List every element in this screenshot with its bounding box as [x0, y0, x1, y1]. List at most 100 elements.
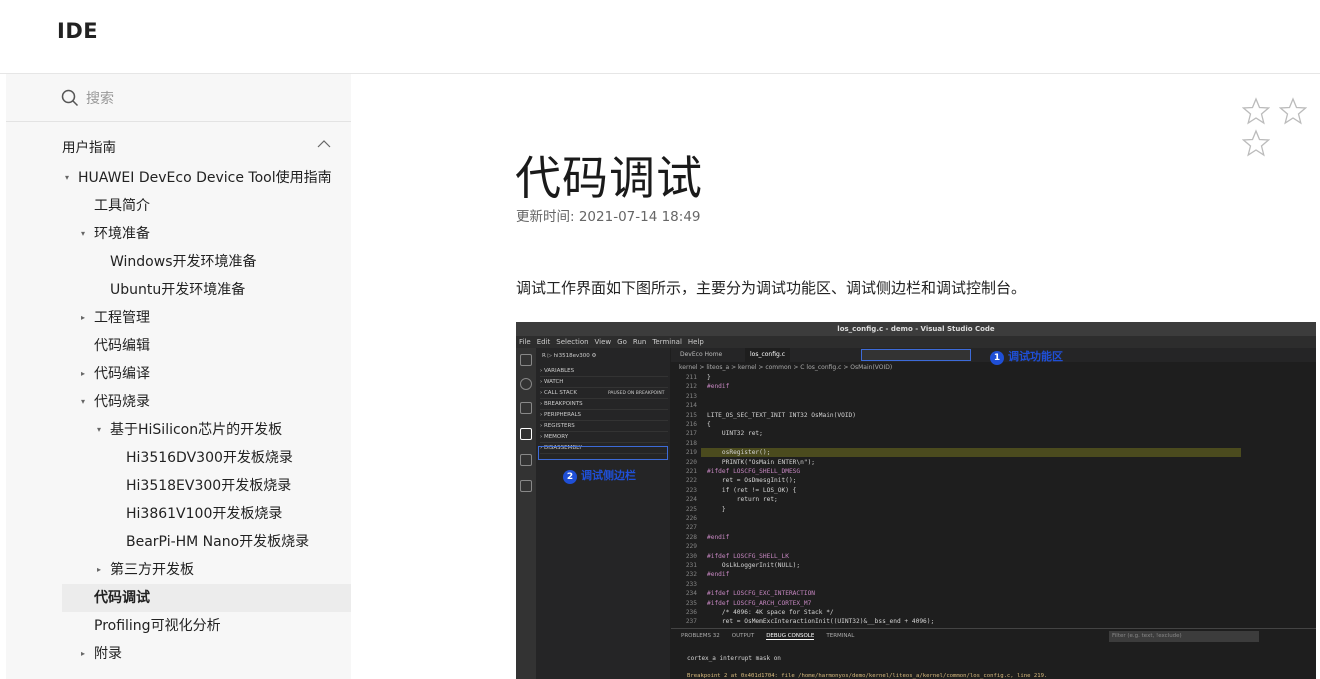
editor: DevEco Home los_config.c kernel > liteos…	[671, 348, 1316, 628]
caret-right-icon[interactable]: ▸	[78, 360, 88, 388]
minimap	[1251, 373, 1311, 623]
caret-down-icon[interactable]: ▾	[62, 164, 72, 192]
code-line: }	[707, 374, 711, 381]
debug-section-label: BREAKPOINTS	[543, 401, 583, 407]
deveco-icon	[520, 480, 532, 492]
search-icon	[61, 89, 79, 107]
menu-item[interactable]: Go	[617, 338, 627, 346]
debug-section[interactable]: › WATCH	[540, 377, 668, 388]
sidebar-item[interactable]: ▾ 环境准备	[81, 220, 150, 248]
star-icon[interactable]	[1279, 97, 1308, 125]
debug-section[interactable]: › VARIABLES	[540, 366, 668, 377]
debug-section[interactable]: › CALL STACK PAUSED ON BREAKPOINT	[540, 388, 668, 399]
debug-section[interactable]: › BREAKPOINTS	[540, 399, 668, 410]
sidebar-item[interactable]: ▸ 代码编译	[81, 360, 150, 388]
sidebar-item[interactable]: BearPi-HM Nano开发板烧录	[126, 528, 309, 556]
panel-tab[interactable]: OUTPUT	[732, 633, 754, 639]
sidebar-item[interactable]: Windows开发环境准备	[110, 248, 257, 276]
debug-section[interactable]: › PERIPHERALS	[540, 410, 668, 421]
menu-item[interactable]: Selection	[556, 338, 588, 346]
sidebar-item-label: Hi3518EV300开发板烧录	[126, 478, 292, 494]
sidebar-item[interactable]: Ubuntu开发环境准备	[110, 276, 245, 304]
sidebar-item[interactable]: ▸ 附录	[81, 640, 122, 668]
sidebar-item[interactable]: 代码编辑	[94, 332, 150, 360]
caret-down-icon[interactable]: ▾	[78, 220, 88, 248]
line-number: 233	[685, 580, 697, 588]
sidebar-item[interactable]: 工具简介	[94, 192, 150, 220]
sidebar-item-label: 代码编译	[94, 366, 150, 382]
menu-item[interactable]: Run	[633, 338, 646, 346]
line-number: 228	[685, 533, 697, 541]
debug-section-label: PERIPHERALS	[543, 412, 582, 418]
source-control-icon	[520, 402, 532, 414]
caret-right-icon[interactable]: ▸	[94, 556, 104, 584]
line-number: 235	[685, 599, 697, 607]
code-line: #endif	[707, 571, 730, 579]
tab-los-config[interactable]: los_config.c	[745, 348, 791, 362]
star-icon[interactable]	[1242, 97, 1270, 125]
sidebar-item[interactable]: Profiling可视化分析	[94, 612, 221, 640]
code-line: PRINTK("OsMain ENTER\n");	[707, 458, 816, 466]
sidebar-item-label: Profiling可视化分析	[94, 618, 221, 634]
callout-debug-sidebar: 2 调试侧边栏	[563, 467, 636, 484]
line-number: 217	[685, 430, 697, 438]
sidebar-item-label: 工具简介	[94, 198, 150, 214]
caret-right-icon[interactable]: ▸	[78, 640, 88, 668]
menu-item[interactable]: Terminal	[652, 338, 682, 346]
panel-tab[interactable]: TERMINAL	[826, 633, 854, 639]
debug-section[interactable]: › MEMORY	[540, 432, 668, 443]
sidebar-item-label: BearPi-HM Nano开发板烧录	[126, 534, 310, 550]
search-input[interactable]: 搜索	[86, 88, 114, 108]
sidebar-item[interactable]: Hi3861V100开发板烧录	[126, 500, 282, 528]
panel-tab[interactable]: PROBLEMS 32	[681, 633, 720, 639]
debug-section[interactable]: › REGISTERS	[540, 421, 668, 432]
sidebar-item-label: 基于HiSilicon芯片的开发板	[110, 422, 283, 438]
line-number: 226	[685, 515, 697, 522]
line-number: 227	[685, 524, 697, 532]
debug-section-label: CALL STACK	[543, 390, 577, 396]
line-number: 212	[685, 383, 697, 391]
chevron-up-icon[interactable]	[317, 138, 331, 150]
sidebar-item[interactable]: Hi3516DV300开发板烧录	[126, 444, 293, 472]
search-icon	[520, 378, 532, 390]
section-title-user-guide[interactable]: 用户指南	[62, 136, 116, 156]
debug-console-panel: PROBLEMS 32 OUTPUT DEBUG CONSOLE TERMINAL F…	[671, 628, 1316, 679]
vscode-screenshot: los_config.c - demo - Visual Studio Code…	[516, 322, 1316, 679]
sidebar-item-label: 第三方开发板	[110, 562, 194, 578]
code-line: ret = OsMemExcInteractionInit((UINT32)&_…	[707, 618, 935, 626]
tab-deveco-home[interactable]: DevEco Home	[675, 348, 727, 362]
debug-sidebar-highlight	[538, 446, 668, 460]
panel-filter-input[interactable]: Filter (e.g. text, !exclude)	[1109, 631, 1259, 642]
menu-item[interactable]: View	[595, 338, 612, 346]
sidebar-item[interactable]: 代码调试	[62, 584, 351, 612]
debug-toolbar[interactable]	[861, 349, 971, 361]
menu-item[interactable]: File	[519, 338, 531, 346]
sidebar-item-label: 工程管理	[94, 310, 150, 326]
brand-logo[interactable]: IDE	[57, 19, 98, 43]
sidebar-item[interactable]: ▾ 基于HiSilicon芯片的开发板	[97, 416, 283, 444]
code-line: if (ret != LOS_OK) {	[707, 486, 797, 494]
caret-down-icon[interactable]: ▾	[78, 388, 88, 416]
code-line: #ifdef LOSCFG_ARCH_CORTEX_M7	[707, 599, 812, 607]
code-line: #endif	[707, 383, 730, 391]
code-line: return ret;	[707, 496, 778, 504]
caret-right-icon[interactable]: ▸	[78, 304, 88, 332]
sidebar-item[interactable]: Hi3518EV300开发板烧录	[126, 472, 291, 500]
sidebar-item[interactable]: ▸ 第三方开发板	[97, 556, 194, 584]
menu-item[interactable]: Help	[688, 338, 704, 346]
line-number: 213	[685, 392, 697, 400]
menu-item[interactable]: Edit	[537, 338, 551, 346]
callout-debug-toolbar: 1 调试功能区	[990, 348, 1063, 365]
sidebar-item-label: Hi3861V100开发板烧录	[126, 506, 283, 522]
code-line: #endif	[707, 533, 730, 541]
sidebar-item[interactable]: ▾ 代码烧录	[81, 388, 150, 416]
caret-down-icon[interactable]: ▾	[94, 416, 104, 444]
sidebar-item[interactable]: ▾ HUAWEI DevEco Device Tool使用指南	[65, 164, 332, 192]
panel-tab[interactable]: DEBUG CONSOLE	[766, 633, 815, 640]
star-icon[interactable]	[1242, 129, 1270, 157]
search-box[interactable]: 搜索	[6, 74, 351, 122]
top-bar: IDE	[0, 0, 1320, 74]
extensions-icon	[520, 454, 532, 466]
sidebar-item[interactable]: ▸ 工程管理	[81, 304, 150, 332]
code-line: UINT32 ret;	[707, 430, 763, 438]
